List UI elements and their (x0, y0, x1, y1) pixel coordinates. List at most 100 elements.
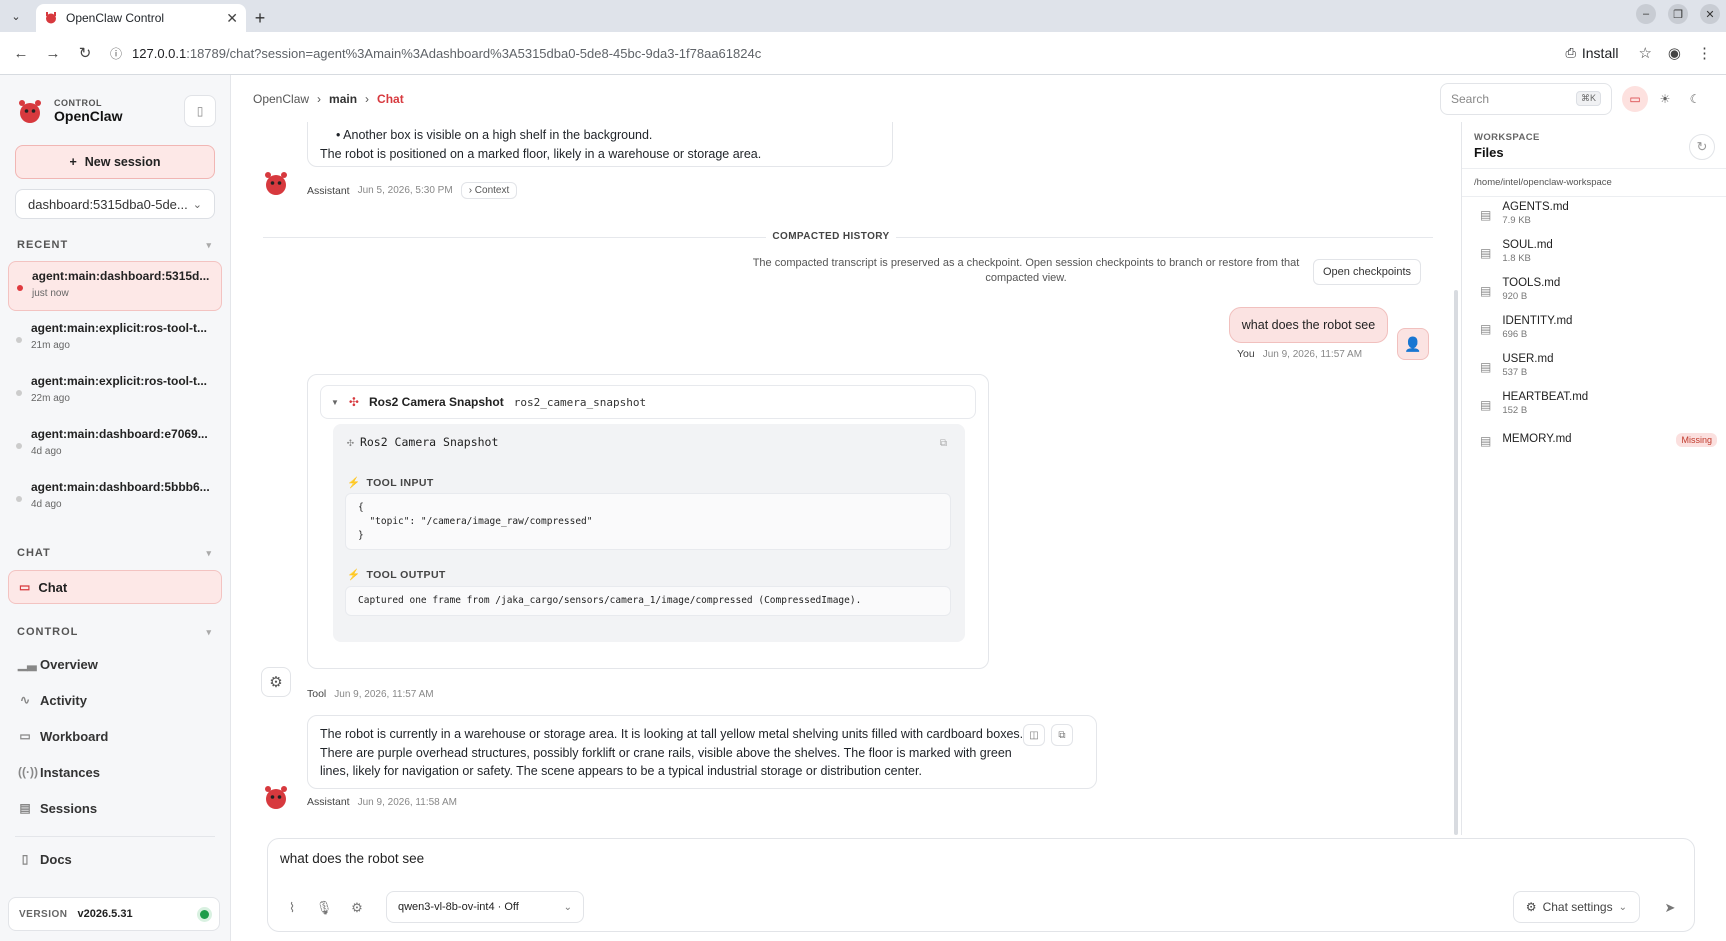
recent-session-title: agent:main:dashboard:e7069... (31, 427, 208, 441)
file-item[interactable]: ▤ USER.md 537 B (1480, 353, 1717, 385)
user-avatar-icon: 👤 (1397, 328, 1429, 360)
crumb-root[interactable]: OpenClaw (253, 92, 309, 106)
profile-icon[interactable]: ◉ (1668, 44, 1681, 62)
forward-icon[interactable]: → (40, 40, 66, 66)
crumb-separator-icon: › (365, 91, 370, 106)
dark-theme-icon[interactable]: ☾ (1682, 86, 1708, 112)
copy-icon[interactable]: ⧉ (940, 438, 947, 449)
sidebar-item-instances[interactable]: ((·)) Instances (0, 754, 230, 790)
search-placeholder: Search (1451, 91, 1490, 106)
recent-session-title: agent:main:dashboard:5315d... (32, 269, 210, 283)
copy-icon[interactable]: ⧉ (1051, 724, 1073, 746)
crumb-mid[interactable]: main (329, 92, 357, 106)
close-tab-icon[interactable]: ✕ (226, 10, 238, 27)
restore-icon[interactable]: ❐ (1668, 4, 1688, 24)
topbar: OpenClaw › main › Chat Search ⌘K ▭ ☀ ☾ (231, 75, 1726, 122)
site-info-icon[interactable]: ⓘ (110, 45, 122, 62)
chat-thread: • Another box is visible on a high shelf… (231, 122, 1459, 835)
control-header[interactable]: CONTROL ▾ (0, 622, 230, 642)
composer: what does the robot see ⌇ 🎙 ⚙ qwen3-vl-8… (267, 838, 1695, 932)
install-label: Install (1581, 45, 1619, 61)
crumb-current: Chat (377, 91, 404, 106)
new-tab-icon[interactable]: + (246, 4, 274, 32)
recent-session-item[interactable]: agent:main:explicit:ros-tool-t... 22m ag… (8, 367, 222, 417)
message-input[interactable]: what does the robot see (280, 851, 424, 866)
recent-session-item[interactable]: agent:main:dashboard:5bbb6... 4d ago (8, 473, 222, 523)
user-message: what does the robot see (1229, 307, 1388, 343)
minimize-icon[interactable]: – (1636, 4, 1656, 24)
sidebar-item-chat[interactable]: ▭ Chat (8, 570, 222, 604)
version-value: v2026.5.31 (77, 908, 133, 920)
file-icon: ▤ (1480, 284, 1492, 298)
tool-call-header[interactable]: ▼ ✣ Ros2 Camera Snapshot ros2_camera_sna… (320, 385, 976, 419)
message-meta: Assistant Jun 5, 2026, 5:30 PM › Context (307, 182, 518, 199)
attach-icon[interactable]: ⌇ (280, 896, 304, 920)
search-input[interactable]: Search ⌘K (1440, 82, 1612, 115)
open-checkpoints-button[interactable]: Open checkpoints (1313, 259, 1422, 285)
file-item[interactable]: ▤ HEARTBEAT.md 152 B (1480, 391, 1717, 423)
browser-tabbar: ⌄ OpenClaw Control ✕ + – ❐ ✕ (0, 0, 1726, 32)
context-chip[interactable]: › Context (460, 182, 518, 199)
chevron-down-icon: ▾ (206, 547, 212, 558)
send-icon[interactable]: ➤ (1658, 896, 1682, 920)
browser-menu-icon[interactable]: ⋮ (1697, 44, 1712, 62)
chat-settings-button[interactable]: ⚙ Chat settings ⌄ (1512, 891, 1640, 923)
session-select-value: dashboard:5315dba0-5de... (28, 196, 188, 212)
recent-session-title: agent:main:dashboard:5bbb6... (31, 480, 210, 494)
split-view-icon[interactable]: ◫ (1023, 724, 1045, 746)
file-name: TOOLS.md (1502, 277, 1561, 289)
collapse-sidebar-icon[interactable]: ▯ (184, 95, 216, 127)
file-icon: ▤ (1480, 360, 1492, 374)
file-item[interactable]: ▤ MEMORY.md Missing (1480, 433, 1717, 465)
sidebar-item-overview[interactable]: ▁▃ Overview (0, 646, 230, 682)
new-session-button[interactable]: + New session (15, 145, 215, 179)
file-size: 152 B (1502, 405, 1528, 416)
tab-list-chevron-icon[interactable]: ⌄ (0, 0, 32, 32)
recent-session-item[interactable]: agent:main:dashboard:e7069... 4d ago (8, 420, 222, 470)
system-theme-icon[interactable]: ▭ (1622, 85, 1648, 112)
file-item[interactable]: ▤ TOOLS.md 920 B (1480, 277, 1717, 309)
sidebar-item-workboard[interactable]: ▭ Workboard (0, 718, 230, 754)
message-meta: Tool Jun 9, 2026, 11:57 AM (307, 688, 434, 700)
message-author: You (1237, 348, 1255, 360)
assistant-message: • Another box is visible on a high shelf… (307, 122, 893, 167)
chat-scrollbar[interactable] (1454, 290, 1458, 835)
session-select[interactable]: dashboard:5315dba0-5de... ⌄ (15, 189, 215, 219)
breadcrumb: OpenClaw › main › Chat (253, 92, 404, 106)
chat-header[interactable]: CHAT ▾ (0, 543, 230, 563)
file-item[interactable]: ▤ IDENTITY.md 696 B (1480, 315, 1717, 347)
close-window-icon[interactable]: ✕ (1700, 4, 1720, 24)
sidebar-item-sessions[interactable]: ▤ Sessions (0, 790, 230, 826)
back-icon[interactable]: ← (8, 40, 34, 66)
file-item[interactable]: ▤ AGENTS.md 7.9 KB (1480, 201, 1717, 233)
chevron-down-icon: ⌄ (192, 198, 202, 211)
install-button[interactable]: ⎙ Install (1565, 45, 1618, 61)
reload-icon[interactable]: ↻ (72, 40, 98, 66)
sidebar-item-activity[interactable]: ∿ Activity (0, 682, 230, 718)
tool-input-label-text: TOOL INPUT (366, 476, 434, 489)
recent-header[interactable]: RECENT ▾ (0, 235, 230, 255)
recent-session-item[interactable]: agent:main:explicit:ros-tool-t... 21m ag… (8, 314, 222, 364)
browser-tab[interactable]: OpenClaw Control ✕ (36, 4, 246, 32)
refresh-icon[interactable]: ↻ (1689, 134, 1715, 160)
microphone-icon[interactable]: 🎙 (312, 896, 336, 920)
active-dot-icon (17, 285, 23, 291)
message-time: Jun 9, 2026, 11:57 AM (334, 688, 434, 700)
light-theme-icon[interactable]: ☀ (1652, 86, 1678, 112)
url-field[interactable]: ⓘ 127.0.0.1:18789/chat?session=agent%3Am… (104, 45, 1559, 62)
chevron-down-icon: ⌄ (1618, 901, 1627, 913)
file-item[interactable]: ▤ SOUL.md 1.8 KB (1480, 239, 1717, 271)
tool-call-card: ▼ ✣ Ros2 Camera Snapshot ros2_camera_sna… (307, 374, 989, 669)
file-size: 7.9 KB (1502, 215, 1531, 226)
sidebar-item-docs[interactable]: ▯ Docs (0, 841, 230, 877)
bookmark-star-icon[interactable]: ☆ (1638, 44, 1651, 62)
openclaw-favicon-icon (46, 12, 56, 24)
gear-icon[interactable]: ⚙ (345, 896, 369, 920)
tool-name: Ros2 Camera Snapshot (368, 395, 504, 409)
recent-session-time: 4d ago (31, 499, 62, 510)
file-size: 537 B (1502, 367, 1528, 378)
model-select[interactable]: qwen3-vl-8b-ov-int4 · Off ⌄ (386, 891, 584, 923)
crumb-separator-icon: › (317, 91, 322, 106)
tab-title: OpenClaw Control (66, 11, 165, 25)
recent-session-item[interactable]: agent:main:dashboard:5315d... just now (8, 261, 222, 311)
